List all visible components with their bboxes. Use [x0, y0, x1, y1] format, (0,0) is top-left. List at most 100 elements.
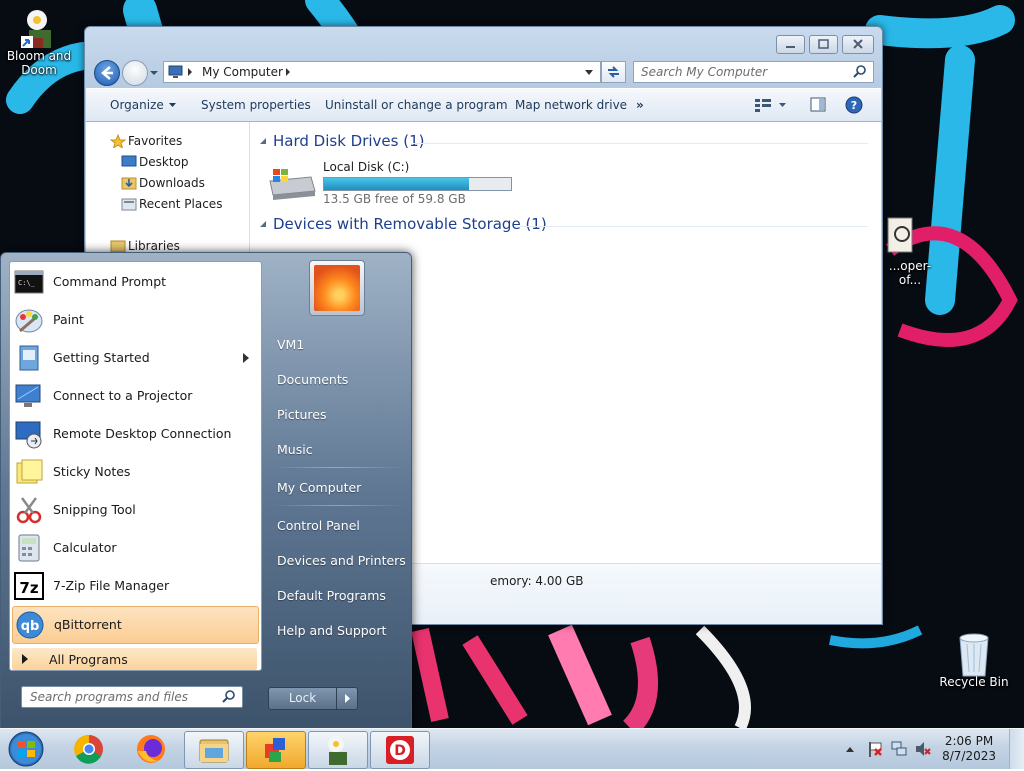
view-icon [755, 99, 786, 112]
start-program-item[interactable]: Calculator [12, 530, 257, 566]
explorer-icon [199, 739, 229, 763]
all-programs-label: All Programs [49, 652, 128, 667]
show-desktop-button[interactable] [1009, 729, 1024, 769]
start-program-label: Paint [53, 312, 84, 327]
start-item-my-computer[interactable]: My Computer [277, 480, 361, 495]
start-program-item[interactable]: qb qBittorrent [12, 606, 259, 644]
start-program-item[interactable]: 7z 7-Zip File Manager [12, 568, 257, 604]
user-picture[interactable] [309, 260, 365, 316]
start-search-input[interactable]: Search programs and files [21, 686, 243, 708]
close-button[interactable] [842, 35, 874, 54]
flower-icon [19, 6, 59, 48]
system-properties-button[interactable]: System properties [201, 98, 311, 112]
all-programs-button[interactable]: All Programs [12, 648, 257, 670]
game-icon: D [386, 736, 414, 764]
desktop-icon-partial[interactable]: ...oper-of... [880, 216, 940, 287]
clock[interactable]: 2:06 PM 8/7/2023 [942, 734, 996, 764]
hard-drive-icon [269, 169, 316, 200]
address-dropdown-icon[interactable] [584, 68, 594, 78]
calculator-icon [14, 533, 44, 563]
collapse-triangle-icon [260, 138, 266, 144]
drive-c[interactable]: Local Disk (C:) 13.5 GB free of 59.8 GB [267, 160, 517, 208]
remote-desktop-icon [14, 419, 44, 449]
address-row: My Computer Search My Computer [93, 59, 874, 86]
tray-network[interactable] [890, 740, 908, 758]
start-item-default-programs[interactable]: Default Programs [277, 588, 386, 603]
more-commands-button[interactable]: » [636, 98, 644, 112]
group-divider [413, 143, 868, 144]
taskbar-bloom-and-doom[interactable] [308, 731, 368, 769]
svg-text:7z: 7z [19, 579, 38, 597]
start-item-pictures[interactable]: Pictures [277, 407, 327, 422]
projector-icon [14, 381, 44, 411]
organize-menu[interactable]: Organize [110, 98, 177, 112]
change-view-button[interactable] [753, 97, 789, 113]
help-icon: ? [845, 96, 863, 114]
power-options-button[interactable] [336, 687, 358, 710]
start-program-label: 7-Zip File Manager [53, 578, 170, 593]
breadcrumb-arrow-icon [286, 68, 290, 76]
search-box[interactable]: Search My Computer [633, 61, 874, 83]
separator [271, 467, 403, 468]
chevron-down-icon [168, 103, 176, 107]
start-item-user[interactable]: VM1 [277, 337, 304, 352]
search-icon [222, 690, 235, 703]
map-network-drive-button[interactable]: Map network drive [515, 98, 627, 112]
uninstall-program-button[interactable]: Uninstall or change a program [325, 98, 508, 112]
address-bar[interactable]: My Computer [163, 61, 601, 83]
qbittorrent-icon: qb [15, 610, 45, 640]
taskbar-game[interactable]: D [370, 731, 430, 769]
start-program-item[interactable]: Paint [12, 302, 257, 338]
start-program-label: Connect to a Projector [53, 388, 193, 403]
minimize-button[interactable] [776, 35, 805, 54]
getting-started-icon [14, 343, 44, 373]
start-item-help-support[interactable]: Help and Support [277, 623, 386, 638]
start-program-item[interactable]: C:\_ Command Prompt [12, 264, 257, 300]
start-program-label: Calculator [53, 540, 117, 555]
back-button[interactable] [94, 60, 120, 86]
start-button[interactable] [6, 730, 46, 768]
forward-button[interactable] [122, 60, 148, 86]
group-divider [520, 226, 868, 227]
flower-avatar-icon [314, 265, 360, 311]
firefox-icon [137, 735, 165, 763]
maximize-button[interactable] [809, 35, 838, 54]
start-program-item[interactable]: Remote Desktop Connection [12, 416, 257, 452]
preview-pane-icon [810, 97, 826, 112]
start-program-item[interactable]: Getting Started [12, 340, 257, 376]
history-dropdown[interactable] [149, 67, 159, 77]
preview-pane-button[interactable] [810, 97, 826, 113]
start-item-documents[interactable]: Documents [277, 372, 348, 387]
desktop-folder-icon [121, 155, 137, 167]
downloads-folder-icon [121, 177, 137, 190]
group-removable-label: Devices with Removable Storage (1) [273, 215, 547, 233]
tray-action-center[interactable] [866, 740, 884, 758]
start-program-item[interactable]: Sticky Notes [12, 454, 257, 490]
start-right-pane: VM1 Documents Pictures Music My Computer… [263, 253, 411, 729]
start-item-control-panel[interactable]: Control Panel [277, 518, 360, 533]
desktop-icon-label: ...oper-of... [888, 259, 932, 287]
help-button[interactable]: ? [845, 96, 863, 114]
refresh-button[interactable] [601, 61, 626, 83]
start-item-devices-printers[interactable]: Devices and Printers [277, 553, 406, 568]
chrome-icon [74, 734, 103, 764]
desktop-icon-recycle-bin[interactable]: Recycle Bin [936, 632, 1012, 689]
svg-text:qb: qb [21, 619, 40, 634]
taskbar-chrome[interactable] [60, 731, 118, 767]
chevron-up-icon [846, 747, 854, 752]
svg-text:?: ? [851, 99, 857, 112]
taskbar-firefox[interactable] [122, 731, 180, 767]
taskbar-paint-app[interactable] [246, 731, 306, 769]
tray-volume[interactable] [914, 740, 932, 758]
start-program-item[interactable]: Connect to a Projector [12, 378, 257, 414]
start-program-label: Getting Started [53, 350, 150, 365]
search-icon [853, 65, 866, 78]
lock-button[interactable]: Lock [268, 687, 337, 710]
desktop-icon-bloom-and-doom[interactable]: Bloom and Doom [1, 6, 77, 77]
document-icon [886, 216, 916, 256]
show-hidden-icons-button[interactable] [844, 743, 856, 753]
nav-recent-places-label: Recent Places [139, 197, 223, 211]
start-program-item[interactable]: Snipping Tool [12, 492, 257, 528]
taskbar-explorer[interactable] [184, 731, 244, 769]
start-item-music[interactable]: Music [277, 442, 313, 457]
